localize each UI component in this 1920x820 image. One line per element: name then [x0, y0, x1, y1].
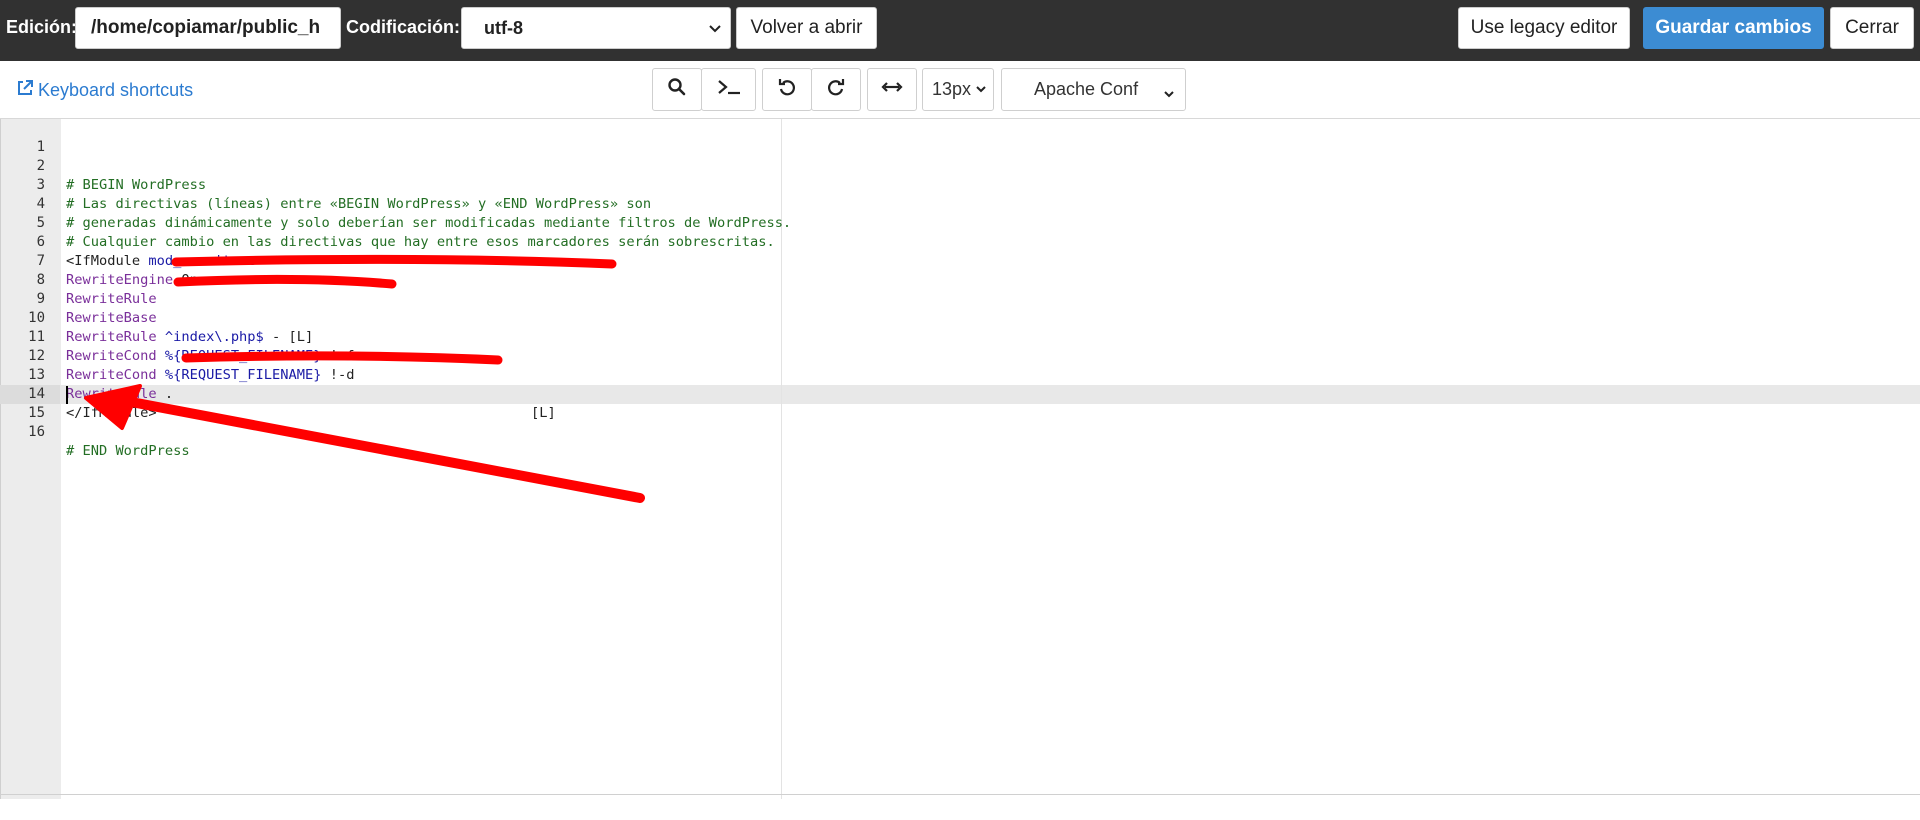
code-line[interactable]: 3 # Las directivas (líneas) entre «BEGIN…: [0, 157, 1920, 212]
search-button[interactable]: [652, 68, 702, 111]
code-line[interactable]: 16 # END WordPress: [0, 404, 1920, 459]
code-line[interactable]: 14 </IfModule>: [0, 366, 1920, 421]
code-line-active[interactable]: 15: [0, 385, 1920, 421]
font-size-value: 13px: [932, 79, 972, 99]
file-path-field[interactable]: /home/copiamar/public_h: [75, 7, 341, 49]
editor-bottom-border: [0, 794, 1920, 795]
close-button[interactable]: Cerrar: [1830, 7, 1914, 49]
code-line[interactable]: 2 # BEGIN WordPress: [0, 138, 1920, 193]
code-line[interactable]: 9 RewriteBase: [0, 271, 1920, 326]
redo-button[interactable]: [811, 68, 861, 111]
terminal-icon: [716, 77, 742, 102]
chevron-down-icon: [975, 79, 987, 100]
encoding-select[interactable]: utf-8: [461, 7, 731, 49]
wrap-icon: [881, 80, 903, 99]
undo-button[interactable]: [762, 68, 812, 111]
legacy-editor-button[interactable]: Use legacy editor: [1458, 7, 1630, 49]
font-size-select[interactable]: 13px: [922, 68, 994, 111]
code-comment: # END WordPress: [66, 443, 190, 459]
code-line[interactable]: 8 RewriteRule: [0, 252, 1920, 307]
chevron-down-icon: [1163, 84, 1175, 105]
text-cursor: [66, 386, 68, 404]
code-line[interactable]: 13 RewriteRule . [L]: [0, 347, 1920, 421]
line-number: 16: [28, 424, 45, 440]
code-line[interactable]: 5 # Cualquier cambio en las directivas q…: [0, 195, 1920, 250]
code-line[interactable]: 12 RewriteCond %{REQUEST_FILENAME} !-d: [0, 328, 1920, 383]
search-icon: [667, 77, 687, 102]
redo-icon: [826, 77, 846, 102]
keyboard-shortcuts-label: Keyboard shortcuts: [38, 80, 194, 100]
code-line[interactable]: 10 RewriteRule ^index\.php$ - [L]: [0, 290, 1920, 345]
chevron-down-icon: [708, 19, 722, 40]
code-line[interactable]: 7 RewriteEngine On: [0, 233, 1920, 288]
editor-header-bar: Edición: /home/copiamar/public_h Codific…: [0, 0, 1920, 61]
save-changes-button[interactable]: Guardar cambios: [1643, 7, 1824, 49]
mode-value: Apache Conf: [1034, 79, 1139, 99]
edit-label: Edición:: [6, 17, 77, 37]
code-line[interactable]: 1: [0, 119, 1920, 155]
reopen-button[interactable]: Volver a abrir: [736, 7, 877, 49]
keyboard-shortcuts-link[interactable]: Keyboard shortcuts: [16, 79, 193, 102]
encoding-label: Codificación:: [346, 17, 461, 37]
external-link-icon: [16, 79, 34, 102]
mode-select[interactable]: Apache Conf: [1001, 68, 1186, 111]
wrap-button[interactable]: [867, 68, 917, 111]
code-line[interactable]: 6 <IfModule mod_rewrite.c>: [0, 214, 1920, 269]
code-line[interactable]: 4 # generadas dinámicamente y solo deber…: [0, 176, 1920, 231]
undo-icon: [777, 77, 797, 102]
encoding-value: utf-8: [484, 18, 523, 38]
goto-line-button[interactable]: [701, 68, 756, 111]
code-line[interactable]: 11 RewriteCond %{REQUEST_FILENAME} !-f: [0, 309, 1920, 364]
